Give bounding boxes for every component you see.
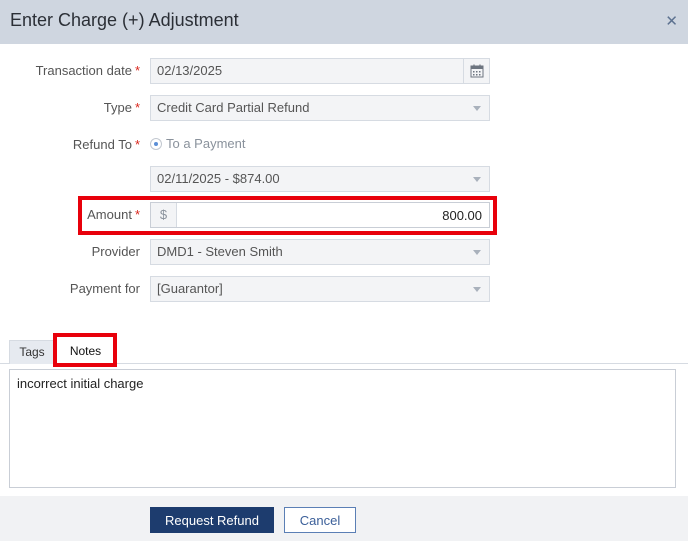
currency-symbol: $ <box>151 203 177 227</box>
payment-select[interactable]: 02/11/2025 - $874.00 <box>150 166 490 192</box>
transaction-date-field[interactable]: 02/13/2025 <box>150 58 490 84</box>
dialog-titlebar: Enter Charge (+) Adjustment ✕ <box>0 0 688 44</box>
amount-label: Amount * <box>87 207 140 222</box>
dialog-title: Enter Charge (+) Adjustment <box>10 10 239 30</box>
provider-value: DMD1 - Steven Smith <box>157 244 283 259</box>
refund-to-radio-option[interactable]: To a Payment <box>150 136 246 151</box>
chevron-down-icon <box>473 250 481 255</box>
close-icon[interactable]: ✕ <box>665 12 678 30</box>
transaction-date-value: 02/13/2025 <box>157 63 223 78</box>
request-refund-button[interactable]: Request Refund <box>150 507 274 533</box>
transaction-date-label: Transaction date * <box>35 63 140 78</box>
provider-select[interactable]: DMD1 - Steven Smith <box>150 239 490 265</box>
payment-for-label: Payment for <box>69 281 140 296</box>
refund-to-option-label: To a Payment <box>166 136 246 151</box>
cancel-button[interactable]: Cancel <box>284 507 356 533</box>
notes-textarea[interactable]: incorrect initial charge <box>9 369 676 488</box>
amount-field[interactable]: $ <box>150 202 490 228</box>
chevron-down-icon <box>473 106 481 111</box>
refund-to-label: Refund To * <box>72 137 140 152</box>
type-select[interactable]: Credit Card Partial Refund <box>150 95 490 121</box>
payment-for-select[interactable]: [Guarantor] <box>150 276 490 302</box>
payment-for-value: [Guarantor] <box>157 281 223 296</box>
calendar-icon[interactable] <box>463 59 489 83</box>
payment-value: 02/11/2025 - $874.00 <box>157 171 280 186</box>
provider-label: Provider <box>91 244 140 259</box>
radio-selected-icon[interactable] <box>150 137 162 150</box>
chevron-down-icon <box>473 177 481 182</box>
amount-input[interactable] <box>178 203 489 227</box>
dialog-footer: Request Refund Cancel <box>0 496 688 541</box>
type-label: Type * <box>103 100 140 115</box>
notes-tab-highlight-box <box>53 333 117 367</box>
chevron-down-icon <box>473 287 481 292</box>
tab-tags[interactable]: Tags <box>9 340 55 364</box>
type-value: Credit Card Partial Refund <box>157 100 310 115</box>
